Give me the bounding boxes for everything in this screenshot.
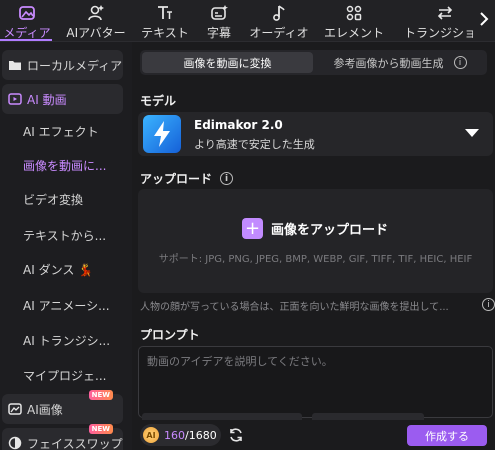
sidebar-item-face-swap[interactable]: フェイススワップ NEW [2,424,123,450]
text-icon [156,4,174,22]
sidebar-item-ai-video[interactable]: AI 動画 [2,84,123,114]
lightning-icon [143,115,181,153]
tab-reference-image-video[interactable]: 参考画像から動画生成 i [315,52,485,73]
sidebar-subitem-video-convert[interactable]: ビデオ変換 [0,182,132,216]
chevron-right-icon [478,11,490,31]
prompt-section-title: プロンプト [140,328,200,342]
upload-section-label: アップロード [140,172,213,186]
toolbar-tab-media[interactable]: メディア [2,0,52,41]
sidebar-subitem-my-projects[interactable]: マイプロジェ... [0,358,132,392]
sidebar-subitem-ai-animation[interactable]: AI アニメーシ... [0,288,132,322]
sidebar: ローカルメディア AI 動画 AI エフェクト 画像を動画に... ビデオ変換 … [0,42,132,450]
credit-text: 160/1680 [164,429,217,442]
create-button[interactable]: 作成する [407,425,487,446]
info-icon[interactable]: i [453,56,467,69]
ai-coin-icon: AI [143,427,159,443]
new-badge: NEW [88,424,113,434]
credit-counter: AI 160/1680 [140,424,221,446]
sidebar-item-label: フェイススワップ [27,436,123,450]
sidebar-subitem-ai-effect[interactable]: AI エフェクト [0,114,132,148]
toolbar-label: テキスト [141,26,189,40]
toolbar-tab-ai-avatar[interactable]: AIアバター [60,0,132,41]
sidebar-item-local-media[interactable]: ローカルメディア [2,50,123,80]
toolbar-label: 字幕 [206,26,231,40]
element-icon [345,4,363,22]
upload-button-label: 画像をアップロード [271,223,389,238]
mode-tabs: 画像を動画に変換 参考画像から動画生成 i [140,50,487,75]
model-section-title: モデル [140,94,177,108]
model-name: Edimakor 2.0 [194,118,283,132]
audio-icon [270,4,288,22]
ai-video-icon [8,92,22,106]
toolbar-scroll-right-button[interactable] [473,0,495,41]
toolbar-tab-text[interactable]: テキスト [138,0,192,41]
plus-icon: + [242,218,263,239]
prompt-textarea[interactable]: 動画のアイデアを説明してください。 [138,346,493,418]
dropdown-caret-icon [465,129,479,137]
model-description: より高速で安定した生成 [194,138,315,151]
top-toolbar: メディア AIアバター テキスト 字幕 オーディオ エレメント トランジション [0,0,495,42]
credits-total: /1680 [185,428,217,442]
ai-avatar-icon [87,4,105,22]
info-icon[interactable]: i [220,172,234,185]
credits-used: 160 [164,428,185,442]
toolbar-tab-subtitle[interactable]: 字幕 [198,0,240,41]
toolbar-tab-element[interactable]: エレメント [320,0,388,41]
sidebar-item-ai-image[interactable]: AI画像 NEW [2,390,123,424]
new-badge: NEW [88,390,113,400]
toolbar-label: AIアバター [66,26,126,40]
model-selector[interactable]: Edimakor 2.0 より高速で安定した生成 [138,112,493,156]
media-icon [18,4,36,22]
face-swap-icon [8,436,22,450]
bottom-bar: AI 160/1680 作成する [132,420,495,450]
toolbar-label: オーディオ [249,26,309,40]
prompt-placeholder: 動画のアイデアを説明してください。 [147,355,333,368]
tab-image-to-video[interactable]: 画像を動画に変換 [142,52,313,73]
sidebar-item-label: AI 動画 [27,92,67,107]
sidebar-subitem-image-to-video[interactable]: 画像を動画に... [0,148,132,182]
sidebar-subitem-ai-transition[interactable]: AI トランジシ... [0,323,132,357]
sidebar-item-label: ローカルメディア [27,58,123,73]
transition-icon [436,4,454,22]
toolbar-tab-audio[interactable]: オーディオ [246,0,312,41]
toolbar-label: エレメント [323,26,384,40]
sidebar-subitem-ai-dance[interactable]: AI ダンス 💃 [0,252,132,286]
sidebar-subitem-text-to-video[interactable]: テキストから... [0,218,132,252]
upload-dropzone[interactable]: + 画像をアップロード サポート: JPG, PNG, JPEG, BMP, W… [138,189,493,293]
info-icon[interactable]: i [482,298,495,311]
face-tip-text: 人物の顔が写っている場合は、正面を向いた鮮明な画像を提出して... [140,302,449,313]
main-panel: 画像を動画に変換 参考画像から動画生成 i モデル Edimakor 2.0 よ… [132,42,495,450]
tab-label: 参考画像から動画生成 [333,56,444,70]
upload-section-title: アップロード i [140,170,234,187]
subtitle-icon [210,4,228,22]
folder-icon [8,58,22,72]
ai-image-icon [8,402,22,416]
upload-image-button[interactable]: + 画像をアップロード [242,218,388,239]
sidebar-item-label: AI画像 [27,402,63,417]
refresh-icon[interactable] [228,427,244,443]
supported-formats: サポート: JPG, PNG, JPEG, BMP, WEBP, GIF, TI… [158,254,473,265]
